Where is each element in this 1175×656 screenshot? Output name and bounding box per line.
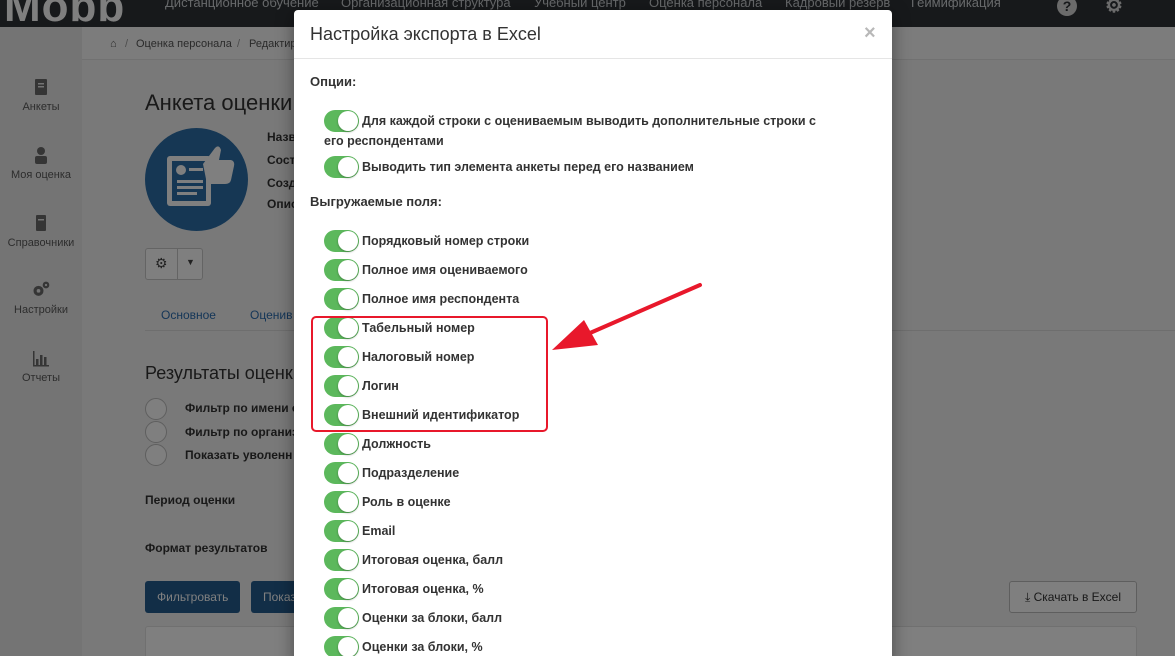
field-label: Оценки за блоки, % bbox=[362, 640, 483, 654]
field-toggle[interactable] bbox=[324, 607, 359, 629]
field-toggle[interactable] bbox=[324, 491, 359, 513]
field-label: Полное имя респондента bbox=[362, 292, 520, 306]
field-toggle[interactable] bbox=[324, 433, 359, 455]
field-toggle[interactable] bbox=[324, 549, 359, 571]
option-label: Выводить тип элемента анкеты перед его н… bbox=[362, 160, 694, 174]
field-toggle[interactable] bbox=[324, 578, 359, 600]
modal-header: Настройка экспорта в Excel × bbox=[294, 10, 892, 59]
option-toggle[interactable] bbox=[324, 156, 359, 178]
field-label: Итоговая оценка, балл bbox=[362, 553, 504, 567]
field-label: Email bbox=[362, 524, 396, 538]
field-label: Подразделение bbox=[362, 466, 460, 480]
field-label: Полное имя оцениваемого bbox=[362, 263, 528, 277]
field-toggle[interactable] bbox=[324, 259, 359, 281]
fields-heading: Выгружаемые поля: bbox=[310, 194, 442, 209]
field-toggle[interactable] bbox=[324, 462, 359, 484]
field-toggle[interactable] bbox=[324, 230, 359, 252]
field-label: Роль в оценке bbox=[362, 495, 451, 509]
modal-title: Настройка экспорта в Excel bbox=[310, 24, 541, 44]
field-label: Порядковый номер строки bbox=[362, 234, 530, 248]
close-icon[interactable]: × bbox=[864, 22, 876, 45]
field-toggle[interactable] bbox=[324, 520, 359, 542]
field-toggle[interactable] bbox=[324, 636, 359, 656]
field-label: Оценки за блоки, балл bbox=[362, 611, 503, 625]
field-toggle[interactable] bbox=[324, 288, 359, 310]
field-label: Должность bbox=[362, 437, 431, 451]
option-label: Для каждой строки с оцениваемым выводить… bbox=[324, 114, 816, 148]
options-heading: Опции: bbox=[310, 74, 357, 89]
field-label: Итоговая оценка, % bbox=[362, 582, 484, 596]
annotation-highlight-box bbox=[311, 316, 548, 432]
